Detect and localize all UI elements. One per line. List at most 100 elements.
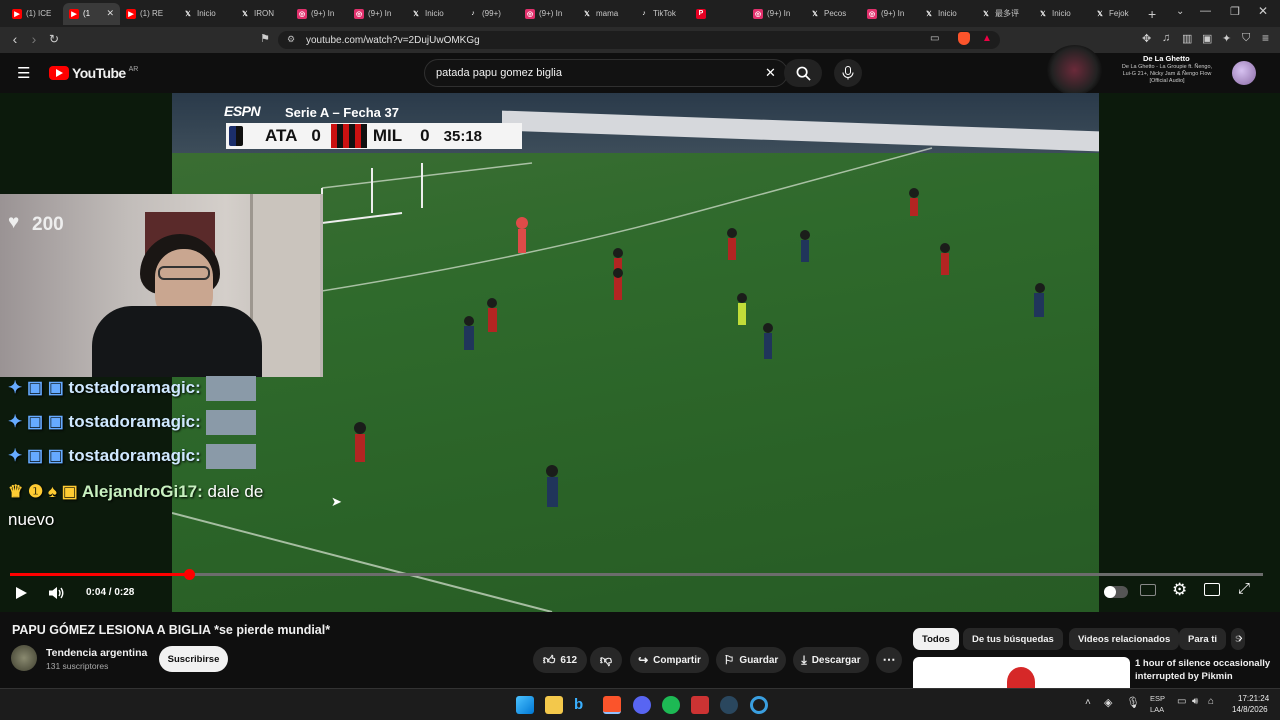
browser-tab[interactable]: ♪ (99+) [462, 3, 519, 25]
site-info-icon[interactable]: ⚙ [287, 34, 295, 45]
network-icon[interactable]: ◈ [1104, 696, 1112, 709]
home-team: ATA [265, 126, 298, 145]
sidebar-icon[interactable]: ▥ [1182, 32, 1192, 45]
miniplayer-icon[interactable] [1204, 583, 1220, 596]
scrubber-handle[interactable] [184, 569, 196, 580]
chips-next-chevron-icon[interactable]: › [1238, 629, 1243, 645]
bing-icon[interactable]: b [574, 696, 592, 714]
wallet-icon[interactable]: ▣ [1202, 32, 1212, 45]
start-windows-icon[interactable] [516, 696, 534, 714]
share-button[interactable]: ↪ Compartir [630, 647, 709, 673]
extensions-icon[interactable]: ✥ [1142, 32, 1151, 45]
filter-chip[interactable]: Para ti [1179, 628, 1227, 650]
input-language[interactable]: ESP [1150, 694, 1165, 703]
filter-chip[interactable]: Videos relacionados [1069, 628, 1180, 650]
voice-search-button[interactable] [834, 59, 862, 87]
miniplayer-card[interactable]: De La Ghetto De La Ghetto - La Groupie f… [1047, 45, 1222, 95]
filter-chip[interactable]: De tus búsquedas [963, 628, 1063, 650]
browser-tab[interactable]: 𝕏 Pecos [804, 3, 861, 25]
browser-tab[interactable]: 𝕏 IRON [234, 3, 291, 25]
browser-tab[interactable]: 𝕏 Inicio [918, 3, 975, 25]
browser-tab[interactable]: ◎ (9+) In [747, 3, 804, 25]
vpn-icon[interactable]: ⛉ [1242, 32, 1250, 45]
tab-label: Pecos [824, 9, 847, 18]
browser-tab[interactable]: ◎ (9+) In [291, 3, 348, 25]
browser-tab[interactable]: ▶ (1) RE [120, 3, 177, 25]
clock-time[interactable]: 17:21:24 [1238, 694, 1269, 703]
browser-menu-icon[interactable]: ≡ [1262, 31, 1269, 45]
speaker-icon[interactable]: 🔊︎ [1192, 696, 1198, 707]
play-button[interactable] [14, 586, 28, 600]
search-input[interactable]: patada papu gomez biglia ✕ [424, 59, 788, 87]
close-window-button[interactable]: ✕ [1258, 4, 1268, 18]
browser-tab[interactable]: 𝕏 Inicio [405, 3, 462, 25]
clock-date[interactable]: 14/8/2026 [1232, 705, 1268, 714]
account-avatar[interactable] [1232, 61, 1256, 85]
ccleaner-icon[interactable] [750, 696, 768, 714]
settings-gear-icon[interactable]: ⚙ [1172, 580, 1187, 600]
browser-tab[interactable]: 𝕏 Fejok [1089, 3, 1146, 25]
channel-avatar[interactable] [11, 645, 37, 671]
url-field[interactable]: ⚙ youtube.com/watch?v=2DujUwOMKGg [278, 31, 1000, 49]
tab-label: Inicio [1052, 9, 1071, 18]
browser-tab[interactable]: ♪ TikTok [633, 3, 690, 25]
more-actions-button[interactable]: ⋯ [876, 647, 902, 673]
autoplay-toggle[interactable] [1104, 586, 1128, 598]
thumbnail-figure [1007, 667, 1035, 688]
display-icon[interactable]: ▭ [1177, 696, 1186, 707]
channel-name[interactable]: Tendencia argentina [46, 647, 147, 659]
screen-cast-icon[interactable]: ▭ [930, 33, 939, 44]
like-button[interactable]: 👍︎ 612 [533, 647, 587, 673]
steam-icon[interactable] [720, 696, 738, 714]
youtube-logo[interactable]: YouTube AR [49, 65, 138, 81]
tab-label: (9+) In [368, 9, 392, 18]
search-button[interactable] [784, 59, 822, 87]
minimize-button[interactable]: — [1200, 5, 1211, 17]
battery-icon[interactable]: ⌂ [1208, 696, 1214, 707]
download-button[interactable]: ⤓ Descargar [793, 647, 869, 673]
forward-button[interactable]: › [24, 31, 44, 47]
fullscreen-icon[interactable]: ⤢ [1238, 580, 1250, 597]
subtitles-icon[interactable] [1140, 584, 1156, 596]
save-button[interactable]: ⚐ Guardar [716, 647, 786, 673]
away-crest-icon [330, 124, 367, 148]
file-explorer-icon[interactable] [545, 696, 563, 714]
browser-tab[interactable]: 𝕏 最多评 [975, 3, 1032, 25]
guide-menu-icon[interactable]: ☰ [17, 64, 30, 82]
browser-tab[interactable]: ◎ (9+) In [861, 3, 918, 25]
tray-overflow-chevron-icon[interactable]: ˄ [1085, 697, 1091, 708]
filter-chip[interactable]: Todos [913, 628, 959, 650]
reload-icon[interactable]: ↻ [44, 32, 64, 46]
brave-rewards-icon[interactable]: ▲ [982, 33, 992, 44]
leo-ai-icon[interactable]: ✦ [1222, 32, 1231, 45]
app-icon[interactable] [691, 696, 709, 714]
tab-list-chevron-icon[interactable]: ⌄ [1176, 6, 1184, 17]
discord-icon[interactable] [633, 696, 651, 714]
tab-label: (9+) In [311, 9, 335, 18]
maximize-button[interactable]: ❐ [1230, 5, 1240, 18]
subscribe-button[interactable]: Suscribirse [159, 646, 228, 672]
browser-tab[interactable]: ◎ (9+) In [348, 3, 405, 25]
recommended-video[interactable]: 1 hour of silence occasionally interrupt… [913, 657, 1273, 688]
volume-button[interactable] [48, 586, 65, 600]
browser-tab[interactable]: ▶ (1 ✕ [63, 2, 120, 25]
dislike-button[interactable]: 👎︎ [590, 647, 622, 673]
mic-tray-icon[interactable]: 🎙︎ [1126, 696, 1140, 709]
video-player[interactable]: ESPN Serie A – Fecha 37 ATA 0 MIL 0 35:1… [0, 93, 1280, 612]
browser-tab[interactable]: 𝕏 Inicio [1032, 3, 1089, 25]
browser-tab[interactable]: P [690, 3, 747, 25]
close-tab-icon[interactable]: ✕ [106, 8, 114, 19]
brave-shield-icon[interactable] [958, 32, 970, 45]
new-tab-button[interactable]: + [1148, 6, 1156, 22]
browser-tab[interactable]: ◎ (9+) In [519, 3, 576, 25]
back-button[interactable]: ‹ [5, 31, 25, 47]
brave-browser-icon[interactable] [603, 696, 621, 714]
browser-tab[interactable]: ▶ (1) ICE [6, 3, 63, 25]
clear-search-icon[interactable]: ✕ [765, 65, 776, 81]
music-icon[interactable]: ♫ [1162, 32, 1170, 44]
progress-bar[interactable] [10, 569, 1263, 580]
spotify-icon[interactable] [662, 696, 680, 714]
browser-tab[interactable]: 𝕏mama [576, 3, 633, 25]
browser-tab[interactable]: 𝕏 Inicio [177, 3, 234, 25]
bookmark-icon[interactable]: ⚑ [255, 32, 275, 45]
